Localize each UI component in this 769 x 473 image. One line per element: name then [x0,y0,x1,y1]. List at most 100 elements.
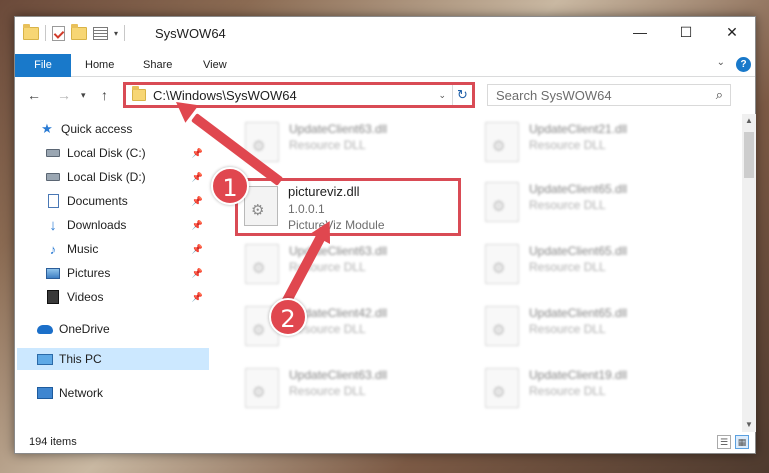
highlighted-file-tile[interactable]: pictureviz.dll 1.0.0.1 PictureViz Module [235,178,461,236]
minimize-button[interactable]: — [617,17,663,47]
pin-icon[interactable]: 📌 [192,292,203,303]
tab-file[interactable]: File [15,54,71,77]
file-description: Resource DLL [289,138,366,152]
nav-item-network[interactable]: Network [37,382,209,404]
file-name: UpdateClient19.dll [529,368,628,382]
dll-file-icon [245,244,279,284]
address-dropdown-chevron-icon[interactable]: ⌄ [432,90,452,101]
view-switcher: ☰ ▦ [717,435,749,449]
nav-item-label: Local Disk (D:) [67,170,146,184]
pin-icon[interactable]: 📌 [192,196,203,207]
properties-check-icon[interactable] [52,25,65,41]
file-name: UpdateClient65.dll [529,306,628,320]
file-tile[interactable]: UpdateClient21.dll Resource DLL [479,116,707,172]
dll-file-icon [485,182,519,222]
file-name: pictureviz.dll [288,184,360,199]
drive-icon [45,146,61,160]
nav-item-label: Videos [67,290,104,304]
close-button[interactable]: ✕ [709,17,755,47]
back-arrow-icon[interactable]: ← [27,87,41,103]
search-icon[interactable]: ⌕ [716,87,723,103]
dll-file-icon [485,306,519,346]
file-tile[interactable]: UpdateClient65.dll Resource DLL [479,176,707,232]
refresh-icon[interactable]: ↻ [452,85,472,105]
status-bar: 194 items ☰ ▦ [15,432,755,454]
onedrive-icon [37,322,53,336]
file-tile[interactable]: UpdateClient65.dll Resource DLL [479,300,707,356]
file-name: UpdateClient65.dll [529,244,628,258]
expand-ribbon-chevron-icon[interactable]: ⌄ [717,57,725,68]
toolbar-separator [124,25,126,41]
scroll-up-arrow-icon[interactable]: ▲ [742,114,756,128]
nav-item-videos[interactable]: Videos 📌 [45,286,209,308]
tab-view[interactable]: View [203,54,227,77]
nav-item-documents[interactable]: Documents 📌 [45,190,209,212]
documents-icon [45,194,61,208]
pin-icon[interactable]: 📌 [192,244,203,255]
title-bar: ▾ SysWOW64 — ☐ ✕ [15,17,755,51]
scroll-down-arrow-icon[interactable]: ▼ [742,418,756,432]
large-icons-view-icon[interactable]: ▦ [735,435,749,449]
file-name: UpdateClient65.dll [529,182,628,196]
dll-file-icon [245,368,279,408]
address-row: ← → ▾ ↑ C:\Windows\SysWOW64 ⌄ ↻ Search S… [15,78,755,112]
folder-icon [23,23,39,40]
navigation-pane: ★ Quick access Local Disk (C:) 📌 Local D… [15,114,211,432]
nav-item-label: Documents [67,194,128,208]
quick-access-toolbar: ▾ [23,23,126,41]
nav-item-onedrive[interactable]: OneDrive [37,318,209,340]
pin-icon[interactable]: 📌 [192,148,203,159]
file-tile[interactable]: UpdateClient63.dllResource DLL [239,238,467,294]
file-description: Resource DLL [529,138,606,152]
nav-item-music[interactable]: ♪ Music 📌 [45,238,209,260]
tab-home[interactable]: Home [85,54,114,77]
pin-icon[interactable]: 📌 [192,220,203,231]
search-placeholder: Search SysWOW64 [496,87,612,103]
recent-locations-chevron-icon[interactable]: ▾ [81,90,86,101]
file-name: UpdateClient21.dll [529,122,628,136]
toolbar-separator [45,25,46,41]
up-arrow-icon[interactable]: ↑ [101,87,108,103]
maximize-button[interactable]: ☐ [663,17,709,47]
customize-toolbar-chevron-icon[interactable]: ▾ [114,29,118,38]
drive-icon [45,170,61,184]
file-tile[interactable]: UpdateClient63.dllResource DLL [239,116,467,172]
new-folder-icon[interactable] [71,23,87,40]
pin-icon[interactable]: 📌 [192,268,203,279]
forward-arrow-icon[interactable]: → [57,87,71,103]
downloads-icon: ↓ [49,216,57,234]
vertical-scrollbar[interactable]: ▲ ▼ [742,114,756,432]
network-icon [37,386,53,400]
tab-share[interactable]: Share [143,54,172,77]
file-description: Resource DLL [529,384,606,398]
scroll-thumb[interactable] [744,132,754,178]
star-icon: ★ [41,121,53,136]
nav-item-label: Downloads [67,218,127,232]
file-description: Resource DLL [529,260,606,274]
nav-item-local-disk-d[interactable]: Local Disk (D:) 📌 [45,166,209,188]
window-controls: — ☐ ✕ [617,17,755,47]
dll-file-icon [485,368,519,408]
nav-item-label: Music [67,242,99,256]
address-path[interactable]: C:\Windows\SysWOW64 [153,88,432,103]
folder-icon [132,86,146,101]
search-input[interactable]: Search SysWOW64 ⌕ [487,84,731,106]
file-tile[interactable]: UpdateClient19.dll Resource DLL [479,362,707,418]
nav-item-downloads[interactable]: ↓ Downloads 📌 [45,214,209,236]
dll-file-icon [485,244,519,284]
help-icon[interactable]: ? [736,57,751,72]
nav-item-label: OneDrive [59,322,110,336]
pin-icon[interactable]: 📌 [192,172,203,183]
properties-icon[interactable] [93,26,108,40]
details-view-icon[interactable]: ☰ [717,435,731,449]
item-count: 194 items [29,436,77,448]
nav-item-local-disk-c[interactable]: Local Disk (C:) 📌 [45,142,209,164]
nav-item-this-pc[interactable]: This PC [17,348,209,370]
annotation-badge-2: 2 [269,298,307,336]
file-description: Resource DLL [529,322,606,336]
nav-item-label: Local Disk (C:) [67,146,146,160]
file-tile[interactable]: UpdateClient63.dllResource DLL [239,362,467,418]
file-version: 1.0.0.1 [288,202,325,216]
file-tile[interactable]: UpdateClient65.dll Resource DLL [479,238,707,294]
nav-item-pictures[interactable]: Pictures 📌 [45,262,209,284]
